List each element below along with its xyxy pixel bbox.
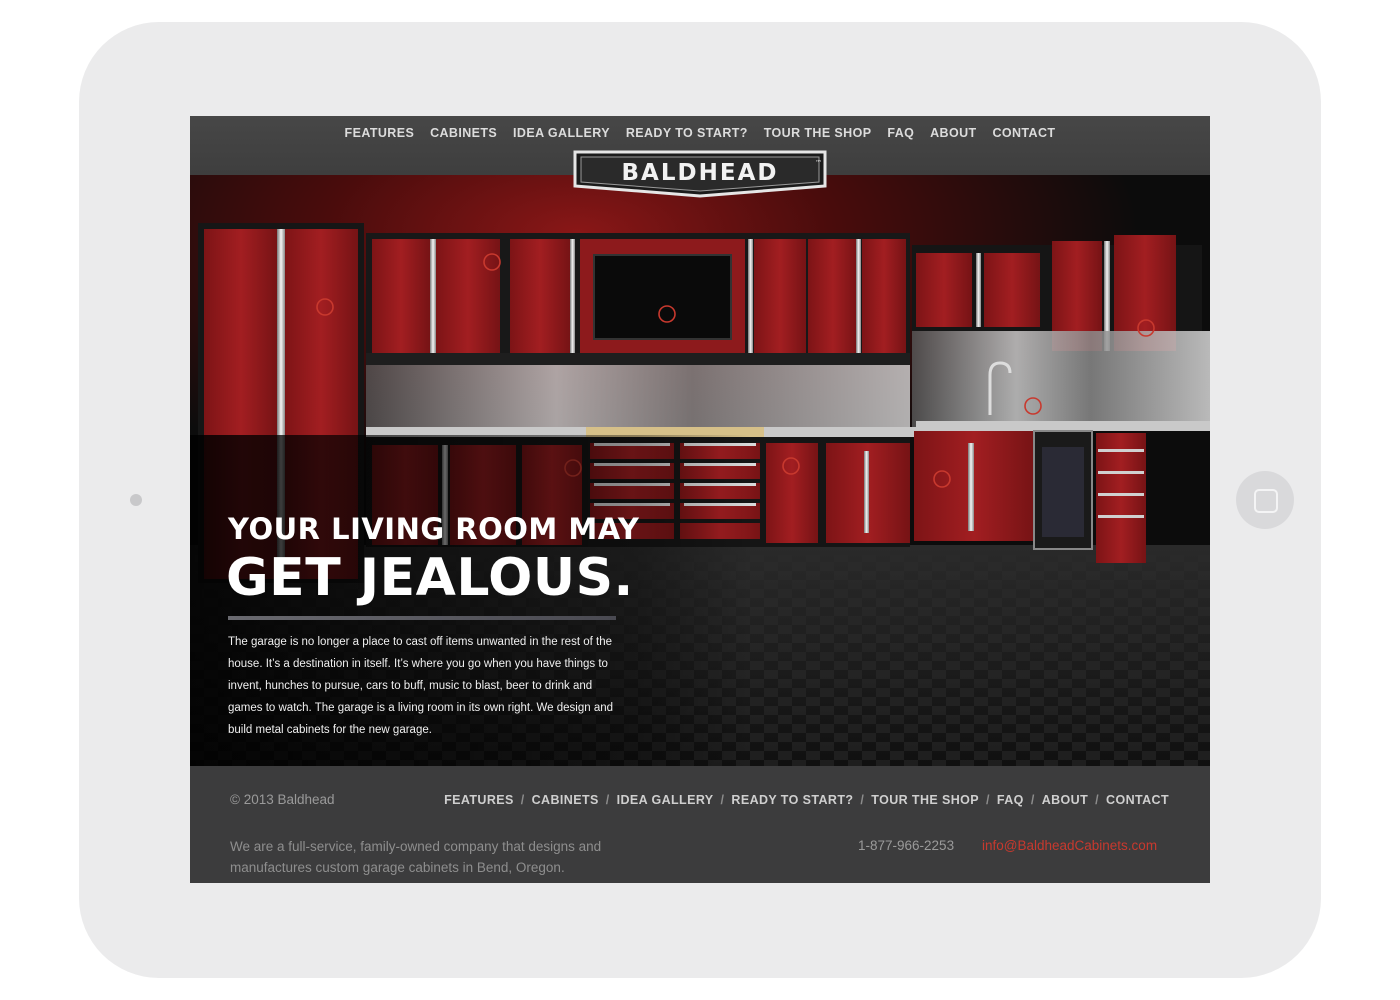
footer-nav-idea-gallery[interactable]: IDEA GALLERY: [617, 793, 714, 807]
nav-about[interactable]: ABOUT: [930, 126, 976, 140]
company-about-text: We are a full-service, family-owned comp…: [230, 839, 602, 875]
nav-features[interactable]: FEATURES: [345, 126, 415, 140]
email-link[interactable]: info@BaldheadCabinets.com: [982, 838, 1157, 853]
logo-wordmark: BALDHEAD: [622, 160, 779, 186]
main-nav: FEATURES CABINETS IDEA GALLERY READY TO …: [190, 126, 1210, 140]
copyright-text: © 2013 Baldhead: [230, 792, 335, 807]
phone-number[interactable]: 1-877-966-2253: [858, 838, 954, 853]
home-square-icon: [1254, 489, 1278, 513]
footer-nav-tour-the-shop[interactable]: TOUR THE SHOP: [871, 793, 979, 807]
footer-nav-features[interactable]: FEATURES: [444, 793, 514, 807]
baldhead-logo[interactable]: BALDHEAD ™: [571, 150, 829, 198]
website-screen: FEATURES CABINETS IDEA GALLERY READY TO …: [190, 116, 1210, 883]
footer: © 2013 Baldhead FEATURES / CABINETS / IDEA G…: [190, 766, 1210, 883]
footer-nav-faq[interactable]: FAQ: [997, 793, 1024, 807]
footer-nav-cabinets[interactable]: CABINETS: [532, 793, 599, 807]
headline-divider: [228, 616, 616, 620]
nav-ready-to-start[interactable]: READY TO START?: [626, 126, 748, 140]
nav-idea-gallery[interactable]: IDEA GALLERY: [513, 126, 610, 140]
hero-headline-line1: YOUR LIVING ROOM MAY: [228, 512, 640, 546]
footer-nav-contact[interactable]: CONTACT: [1106, 793, 1169, 807]
hero-headline-line2: GET JEALOUS.: [226, 548, 634, 608]
hero-section: YOUR LIVING ROOM MAY GET JEALOUS. The ga…: [190, 175, 1210, 766]
tablet-camera: [130, 494, 142, 506]
nav-cabinets[interactable]: CABINETS: [430, 126, 497, 140]
footer-nav: FEATURES / CABINETS / IDEA GALLERY / READY TO …: [444, 793, 1169, 807]
svg-text:™: ™: [815, 159, 822, 167]
footer-nav-about[interactable]: ABOUT: [1042, 793, 1088, 807]
footer-nav-ready-to-start[interactable]: READY TO START?: [731, 793, 853, 807]
home-button[interactable]: [1236, 471, 1294, 529]
hero-body-text: The garage is no longer a place to cast …: [228, 636, 614, 736]
nav-contact[interactable]: CONTACT: [992, 126, 1055, 140]
nav-tour-the-shop[interactable]: TOUR THE SHOP: [764, 126, 872, 140]
nav-faq[interactable]: FAQ: [887, 126, 914, 140]
